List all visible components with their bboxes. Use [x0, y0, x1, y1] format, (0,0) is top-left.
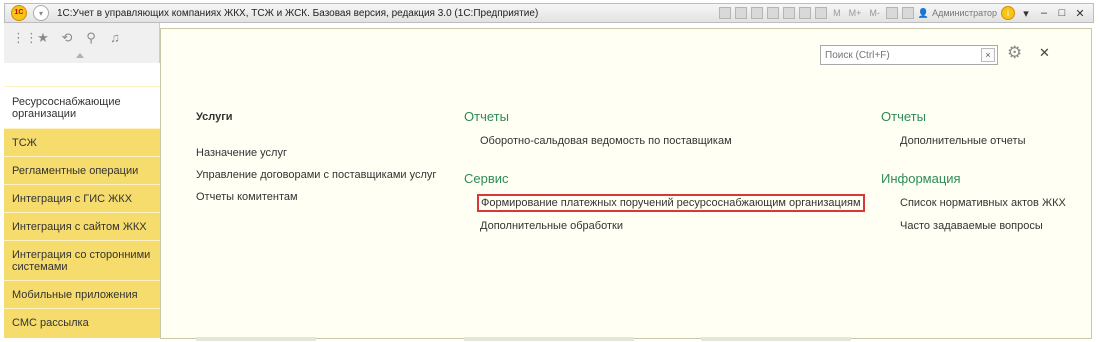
star-icon[interactable]: ★ [36, 31, 50, 45]
memory-subtract-button[interactable]: M- [867, 8, 882, 18]
grid-icon[interactable]: ⋮⋮ [12, 31, 38, 45]
sidebar-item-sms[interactable]: СМС рассылка [4, 308, 160, 336]
preview-icon[interactable] [751, 7, 764, 19]
reports-heading: Отчеты [464, 109, 509, 124]
save-icon[interactable] [719, 7, 732, 19]
link-faq[interactable]: Часто задаваемые вопросы [900, 220, 1043, 232]
service-heading: Сервис [464, 171, 509, 186]
sidebar-item-label: Мобильные приложения [12, 288, 138, 301]
dropdown-icon[interactable]: ▾ [1019, 7, 1033, 20]
minimize-button[interactable]: – [1037, 7, 1051, 19]
section-panel: × ⚙ ✕ Услуги Назначение услуг Управление… [160, 28, 1092, 341]
link-consignor-reports[interactable]: Отчеты комитентам [196, 191, 298, 203]
memory-button[interactable]: M [831, 8, 843, 18]
sidebar-item-label: ТСЖ [12, 136, 37, 149]
window-icon[interactable] [901, 7, 914, 19]
close-window-button[interactable]: ✕ [1073, 7, 1087, 20]
sidebar-item-tszh[interactable]: ТСЖ [4, 128, 160, 156]
user-icon: 👤 [917, 7, 930, 18]
search-box: × [820, 45, 998, 65]
search-icon[interactable]: ⚲ [84, 31, 98, 45]
sidebar-item-label: Ресурсоснабжающие организации [12, 95, 121, 120]
faded-row [464, 337, 634, 341]
faded-row [701, 337, 851, 341]
sidebar-item-site-integration[interactable]: Интеграция с сайтом ЖКХ [4, 212, 160, 240]
sidebar-item-label: СМС рассылка [12, 316, 89, 329]
link-turnover-statement[interactable]: Оборотно-сальдовая ведомость по поставщи… [480, 135, 732, 147]
gear-icon[interactable]: ⚙ [1007, 43, 1022, 63]
info-icon[interactable]: i [1001, 6, 1015, 20]
reports-heading-2: Отчеты [881, 109, 926, 124]
information-heading: Информация [881, 171, 961, 186]
clear-search-icon[interactable]: × [981, 48, 995, 62]
window-title: 1С:Учет в управляющих компаниях ЖКХ, ТСЖ… [57, 7, 539, 19]
user-name: Администратор [932, 8, 997, 18]
close-icon[interactable]: ✕ [1039, 45, 1050, 61]
memory-add-button[interactable]: M+ [847, 8, 864, 18]
sidebar-item-label: Интеграция со сторонними системами [12, 248, 151, 273]
bell-icon[interactable]: ♫ [108, 31, 122, 45]
link-icon[interactable] [767, 7, 780, 19]
table-icon[interactable] [799, 7, 812, 19]
link-payment-orders[interactable]: Формирование платежных поручений ресурсо… [477, 194, 865, 212]
sidebar-item-resource-organizations[interactable]: Ресурсоснабжающие организации [4, 86, 160, 128]
link-supplier-contracts[interactable]: Управление договорами с поставщиками усл… [196, 169, 436, 181]
menu-button[interactable]: ▾ [33, 5, 49, 21]
window-titlebar: 1С ▾ 1С:Учет в управляющих компаниях ЖКХ… [4, 3, 1094, 23]
link-regulations-list[interactable]: Список нормативных актов ЖКХ [900, 197, 1066, 209]
calendar-icon[interactable] [815, 7, 828, 19]
sidebar-item-gis-integration[interactable]: Интеграция с ГИС ЖКХ [4, 184, 160, 212]
app-logo-icon: 1С [11, 5, 27, 21]
copy-icon[interactable] [783, 7, 796, 19]
history-icon[interactable]: ⟲ [60, 31, 74, 45]
sidebar-item-label: Интеграция с ГИС ЖКХ [12, 192, 133, 205]
maximize-button[interactable]: □ [1055, 7, 1069, 19]
sidebar-item-third-party-integration[interactable]: Интеграция со сторонними системами [4, 240, 160, 280]
sidebar-item-mobile-apps[interactable]: Мобильные приложения [4, 280, 160, 308]
link-additional-reports[interactable]: Дополнительные отчеты [900, 135, 1025, 147]
faded-row [196, 337, 316, 341]
sidebar-item-routine-operations[interactable]: Регламентные операции [4, 156, 160, 184]
link-service-assignment[interactable]: Назначение услуг [196, 147, 287, 159]
user-menu[interactable]: 👤 Администратор [918, 8, 997, 19]
print-icon[interactable] [735, 7, 748, 19]
sidebar-item-label: Интеграция с сайтом ЖКХ [12, 220, 147, 233]
titlebar-toolbar: M M+ M- 👤 Администратор i ▾ – □ ✕ [719, 6, 1087, 20]
link-additional-processing[interactable]: Дополнительные обработки [480, 220, 623, 232]
search-input[interactable] [821, 47, 981, 63]
zoom-icon[interactable] [885, 7, 898, 19]
sections-sidebar: Ресурсоснабжающие организации ТСЖ Реглам… [4, 86, 160, 338]
services-heading: Услуги [196, 111, 233, 123]
sidebar-item-label: Регламентные операции [12, 164, 139, 177]
scroll-up-icon[interactable] [76, 53, 84, 58]
panel-toolbar: ⋮⋮ ★ ⟲ ⚲ ♫ [4, 23, 160, 63]
